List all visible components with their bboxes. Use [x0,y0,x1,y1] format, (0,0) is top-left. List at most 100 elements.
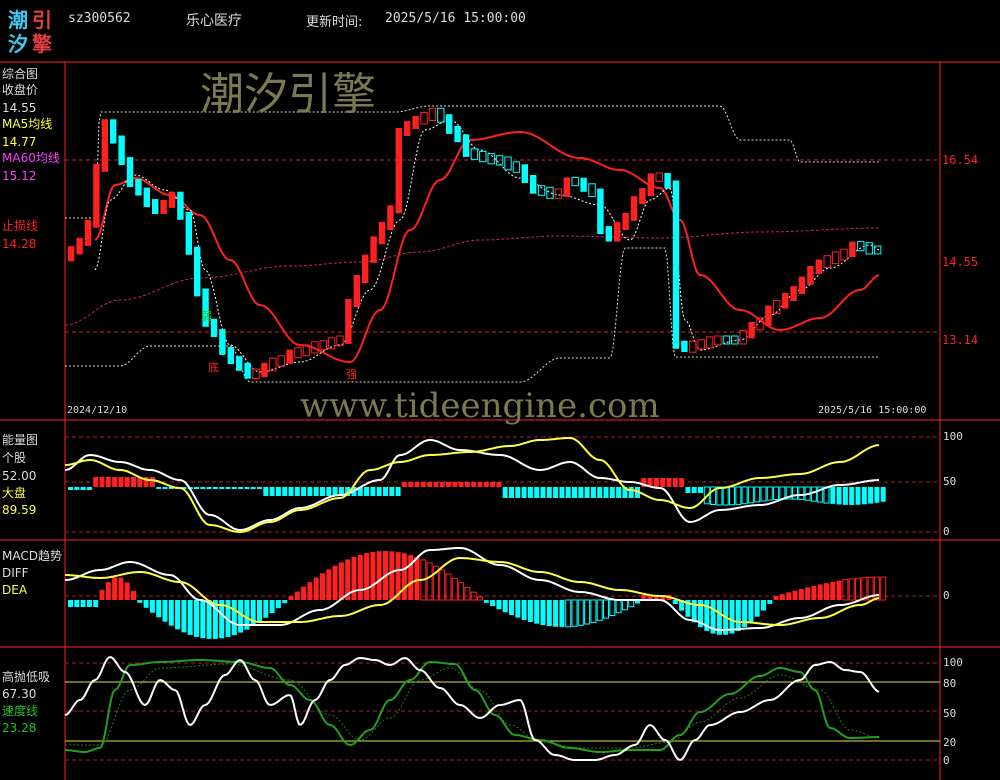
energy-bar [414,482,420,487]
macd-bar [118,577,124,600]
candle [512,161,521,173]
macd-bar [515,600,521,618]
candle [530,175,537,194]
macd-bar [609,599,616,616]
macd-bar [590,599,597,623]
macd-bar [848,578,855,601]
energy-bar [754,486,761,503]
candle [168,191,176,208]
energy-bar [427,482,433,487]
macd-bar [194,600,199,637]
macd-bar [99,590,105,600]
ma60-label: MA60均线 [2,151,60,165]
stock-name: 乐心医疗 [186,13,242,29]
macd-bar [565,599,572,628]
candle [588,183,596,198]
energy-bar [395,487,401,496]
candle [748,321,755,339]
energy-axis-50: 50 [943,475,957,488]
candle [630,196,638,221]
macd-bar [880,576,887,601]
energy-bar [534,487,540,498]
macd-bar [376,551,382,600]
energy-bar [149,477,155,487]
candle [454,125,461,143]
kdj-axis-0: 0 [943,754,950,767]
energy-bar [86,487,92,490]
energy-bar [855,487,861,505]
macd-bar [93,600,99,607]
candle [428,107,437,122]
energy-bar [244,487,250,489]
energy-bar [263,487,269,496]
candle [849,241,856,258]
energy-bar [691,487,697,493]
candle [185,211,192,255]
macd-bar [313,577,319,600]
energy-bar [269,487,275,496]
energy-bar [849,487,855,505]
candle [664,173,671,189]
macd-bar [105,582,111,600]
energy-axis-0: 0 [943,525,950,538]
energy-bar [779,486,786,500]
macd-bar [451,577,458,601]
macd-bar [477,596,483,601]
macd-bar [187,600,193,635]
energy-bar [80,487,86,490]
ma5-value: 14.77 [2,135,37,149]
macd-bar [553,600,559,627]
kdj-axis-100: 100 [943,656,963,669]
update-time: 2025/5/16 15:00:00 [385,11,526,26]
candle [546,186,554,199]
energy-bar [238,487,244,489]
macd-bar [792,590,798,600]
kdj-speed-label: 速度线 [2,704,39,718]
energy-bar [597,487,603,498]
macd-bar [830,581,836,600]
macd-bar [357,554,363,600]
energy-bar [156,487,162,489]
macd-bar [137,600,143,603]
energy-bar [446,482,451,487]
energy-bar [490,482,496,487]
candle [387,205,394,230]
energy-bar [729,486,735,506]
energy-bar [326,487,332,496]
energy-bar [206,487,212,489]
energy-axis-100: 100 [943,430,963,443]
energy-bar [93,477,99,487]
energy-bar [810,486,817,502]
macd-bar [672,600,678,604]
energy-bar [653,478,659,487]
logo-char-3: 汐 [8,32,28,56]
energy-bar [735,486,742,505]
candle [118,135,125,165]
energy-bar [515,487,521,498]
energy-bar [716,486,723,506]
macd-bar [811,585,817,600]
macd-bar [836,580,842,600]
macd-bar [540,600,546,626]
main-axis-tick-2: 14.55 [942,255,979,269]
candle [93,163,100,228]
candle [227,347,234,365]
energy-market-value: 89.59 [2,503,37,517]
energy-bar [376,487,382,496]
macd-diff-label: DIFF [2,566,29,580]
kdj-axis-50: 50 [943,707,957,720]
kdj-axis-20: 20 [943,736,957,749]
candle [378,221,386,245]
energy-bar [225,487,231,489]
macd-bar [490,600,496,607]
macd-bar [294,591,300,600]
energy-bar [741,486,748,505]
energy-bar [250,487,256,489]
macd-bar [263,600,269,618]
energy-bar [603,487,609,498]
energy-bar [540,487,546,498]
mark-bottom: 底 [208,361,219,374]
energy-bar [219,487,225,489]
macd-bar [577,599,584,626]
candle [319,340,327,351]
